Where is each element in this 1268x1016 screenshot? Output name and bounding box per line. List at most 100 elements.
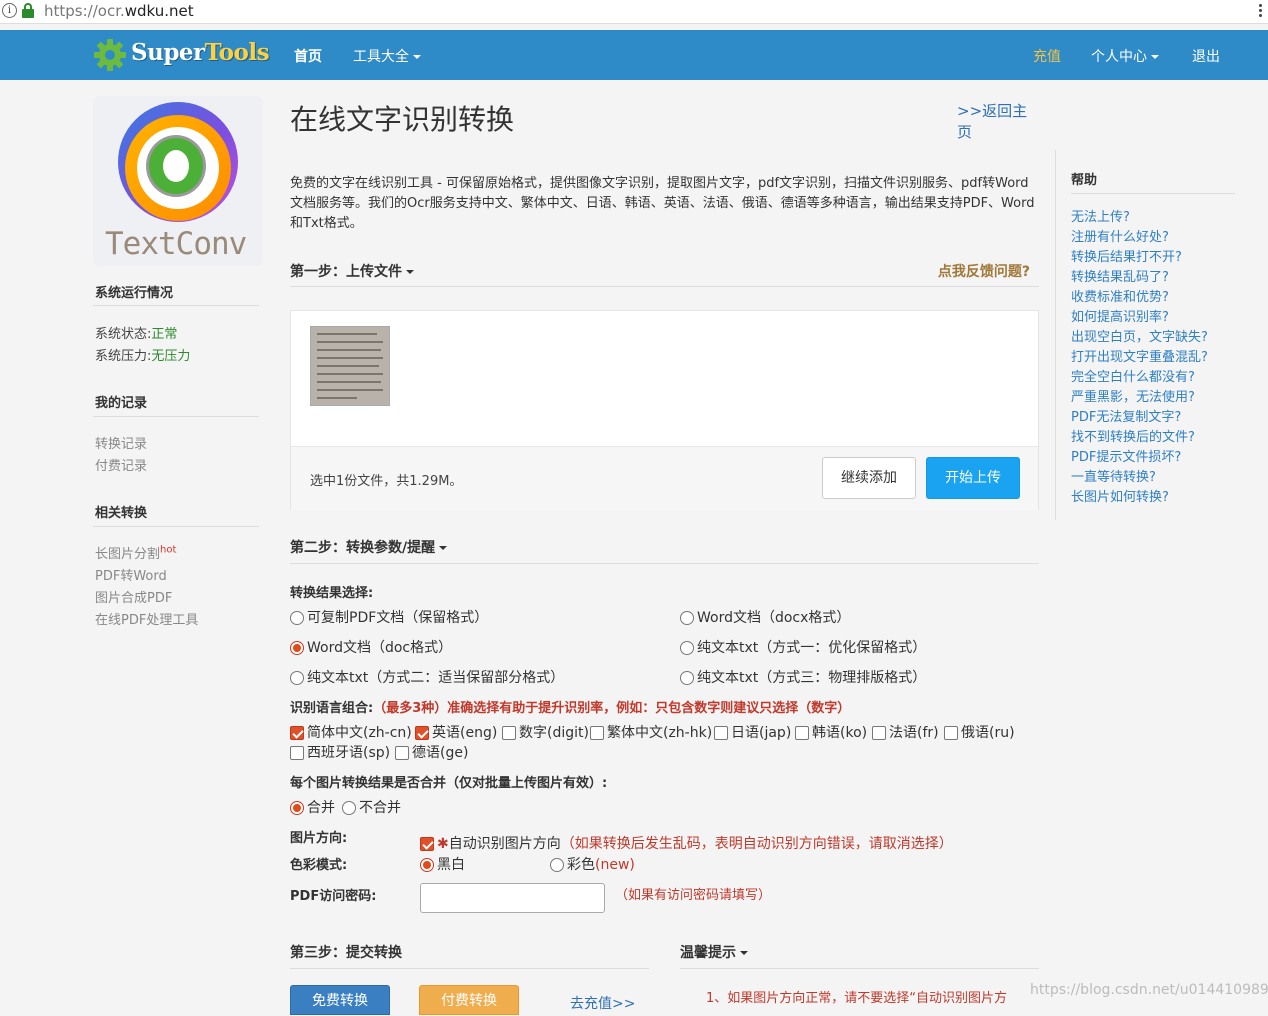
checkbox[interactable] xyxy=(395,746,409,760)
auto-orientation-option[interactable]: ✱自动识别图片方向（如果转换后发生乱码，表明自动识别方向错误，请取消选择） xyxy=(420,833,953,853)
radio-selected[interactable] xyxy=(290,801,304,815)
nav-home[interactable]: 首页 xyxy=(294,46,322,66)
result-option-txt1[interactable]: 纯文本txt（方式一：优化保留格式） xyxy=(680,637,926,657)
merge-no[interactable]: 不合并 xyxy=(342,797,401,817)
help-link[interactable]: 找不到转换后的文件? xyxy=(1071,428,1208,448)
help-link[interactable]: 收费标准和优势? xyxy=(1071,288,1208,308)
checkbox[interactable] xyxy=(944,726,958,740)
lang-ru[interactable]: 俄语(ru) xyxy=(944,722,1015,742)
url-text[interactable]: https://ocr.wdku.net xyxy=(44,2,194,20)
color-bw[interactable]: 黑白 xyxy=(420,854,465,874)
link-pdf-to-word[interactable]: PDF转Word xyxy=(95,565,167,584)
divider xyxy=(93,416,259,417)
info-icon[interactable]: i xyxy=(2,3,17,18)
step1-heading[interactable]: 第一步：上传文件 xyxy=(290,261,414,281)
lang-eng[interactable]: 英语(eng) xyxy=(415,722,497,742)
radio[interactable] xyxy=(342,801,356,815)
nav-tools-dropdown[interactable]: 工具大全 xyxy=(353,46,421,66)
radio-selected[interactable] xyxy=(420,858,434,872)
pdf-password-label: PDF访问密码: xyxy=(290,889,377,904)
caret-down-icon xyxy=(439,546,448,550)
radio[interactable] xyxy=(680,641,694,655)
help-link[interactable]: 无法上传? xyxy=(1071,208,1208,228)
checkbox[interactable] xyxy=(502,726,516,740)
textconv-logo: TextConv xyxy=(93,96,263,266)
nav-recharge[interactable]: 充值 xyxy=(1033,46,1061,66)
divider xyxy=(1071,193,1235,194)
lang-sp[interactable]: 西班牙语(sp) xyxy=(290,742,390,762)
result-option-txt2[interactable]: 纯文本txt（方式二：适当保留部分格式） xyxy=(290,667,564,687)
radio[interactable] xyxy=(550,858,564,872)
paid-convert-button[interactable]: 付费转换 xyxy=(419,985,519,1015)
checkbox-checked[interactable] xyxy=(290,726,304,740)
checkbox[interactable] xyxy=(872,726,886,740)
feedback-link[interactable]: 点我反馈问题? xyxy=(938,261,1030,281)
add-more-button[interactable]: 继续添加 xyxy=(822,457,916,499)
link-image-to-pdf[interactable]: 图片合成PDF xyxy=(95,587,172,606)
color-color[interactable]: 彩色(new) xyxy=(550,854,635,874)
caret-down-icon xyxy=(406,270,414,274)
lang-ge[interactable]: 德语(ge) xyxy=(395,742,468,762)
link-payment-records[interactable]: 付费记录 xyxy=(95,455,147,474)
caret-down-icon xyxy=(1151,55,1159,59)
checkbox[interactable] xyxy=(590,726,604,740)
result-option-txt3[interactable]: 纯文本txt（方式三：物理排版格式） xyxy=(680,667,926,687)
tips-heading[interactable]: 温馨提示 xyxy=(680,942,748,962)
step2-heading[interactable]: 第二步：转换参数/提醒 xyxy=(290,537,448,557)
help-link[interactable]: PDF提示文件损坏? xyxy=(1071,448,1208,468)
help-link[interactable]: 严重黑影，无法使用? xyxy=(1071,388,1208,408)
orientation-hint: （如果转换后发生乱码，表明自动识别方向错误，请取消选择） xyxy=(560,836,953,852)
lang-jap[interactable]: 日语(jap) xyxy=(714,722,791,742)
result-option-docx[interactable]: Word文档（docx格式） xyxy=(680,607,850,627)
checkbox-checked[interactable] xyxy=(420,837,434,851)
link-long-image-split[interactable]: 长图片分割hot xyxy=(95,543,176,562)
nav-personal-dropdown[interactable]: 个人中心 xyxy=(1091,46,1159,66)
merge-yes[interactable]: 合并 xyxy=(290,797,335,817)
checkbox[interactable] xyxy=(795,726,809,740)
help-link[interactable]: 打开出现文字重叠混乱? xyxy=(1071,348,1208,368)
lang-zh-cn[interactable]: 简体中文(zh-cn) xyxy=(290,722,412,742)
pdf-password-input[interactable] xyxy=(420,883,605,913)
help-link[interactable]: 转换结果乱码了? xyxy=(1071,268,1208,288)
lang-digit[interactable]: 数字(digit) xyxy=(502,722,589,742)
language-hint: （最多3种）准确选择有助于提升识别率，例如：只包含数字则建议只选择（数字） xyxy=(373,701,851,716)
start-upload-button[interactable]: 开始上传 xyxy=(926,457,1020,499)
upload-panel: 选中1份文件，共1.29M。 继续添加 开始上传 xyxy=(290,310,1039,510)
uploaded-image-thumbnail[interactable] xyxy=(310,326,390,406)
help-link[interactable]: PDF无法复制文字? xyxy=(1071,408,1208,428)
help-link[interactable]: 一直等待转换? xyxy=(1071,468,1208,488)
lang-zh-hk[interactable]: 繁体中文(zh-hk) xyxy=(590,722,712,742)
orientation-label: 图片方向: xyxy=(290,831,348,846)
divider xyxy=(93,526,259,527)
system-status-row: 系统状态:正常 xyxy=(95,327,178,342)
link-pdf-tools[interactable]: 在线PDF处理工具 xyxy=(95,609,198,628)
free-convert-button[interactable]: 免费转换 xyxy=(290,985,390,1015)
radio[interactable] xyxy=(290,611,304,625)
lang-ko[interactable]: 韩语(ko) xyxy=(795,722,867,742)
lang-fr[interactable]: 法语(fr) xyxy=(872,722,939,742)
checkbox[interactable] xyxy=(290,746,304,760)
radio[interactable] xyxy=(680,671,694,685)
upload-drop-area[interactable] xyxy=(291,311,1038,446)
go-recharge-link[interactable]: 去充值>> xyxy=(570,993,635,1013)
help-link[interactable]: 注册有什么好处? xyxy=(1071,228,1208,248)
lock-icon[interactable] xyxy=(22,3,34,18)
result-option-pdf[interactable]: 可复制PDF文档（保留格式） xyxy=(290,607,488,627)
back-home-link[interactable]: >>返回主页 xyxy=(957,100,1040,142)
radio[interactable] xyxy=(680,611,694,625)
checkbox[interactable] xyxy=(714,726,728,740)
help-link[interactable]: 完全空白什么都没有? xyxy=(1071,368,1208,388)
nav-logout[interactable]: 退出 xyxy=(1192,46,1220,66)
hot-badge: hot xyxy=(160,544,177,556)
browser-menu-icon[interactable] xyxy=(1259,4,1262,18)
help-link[interactable]: 如何提高识别率? xyxy=(1071,308,1208,328)
result-option-doc[interactable]: Word文档（doc格式） xyxy=(290,637,452,657)
checkbox-checked[interactable] xyxy=(415,726,429,740)
site-logo[interactable]: SuperTools xyxy=(93,36,270,74)
link-conversion-records[interactable]: 转换记录 xyxy=(95,433,147,452)
radio[interactable] xyxy=(290,671,304,685)
help-link[interactable]: 长图片如何转换? xyxy=(1071,488,1208,508)
help-link[interactable]: 转换后结果打不开? xyxy=(1071,248,1208,268)
help-link[interactable]: 出现空白页，文字缺失? xyxy=(1071,328,1208,348)
radio-selected[interactable] xyxy=(290,641,304,655)
